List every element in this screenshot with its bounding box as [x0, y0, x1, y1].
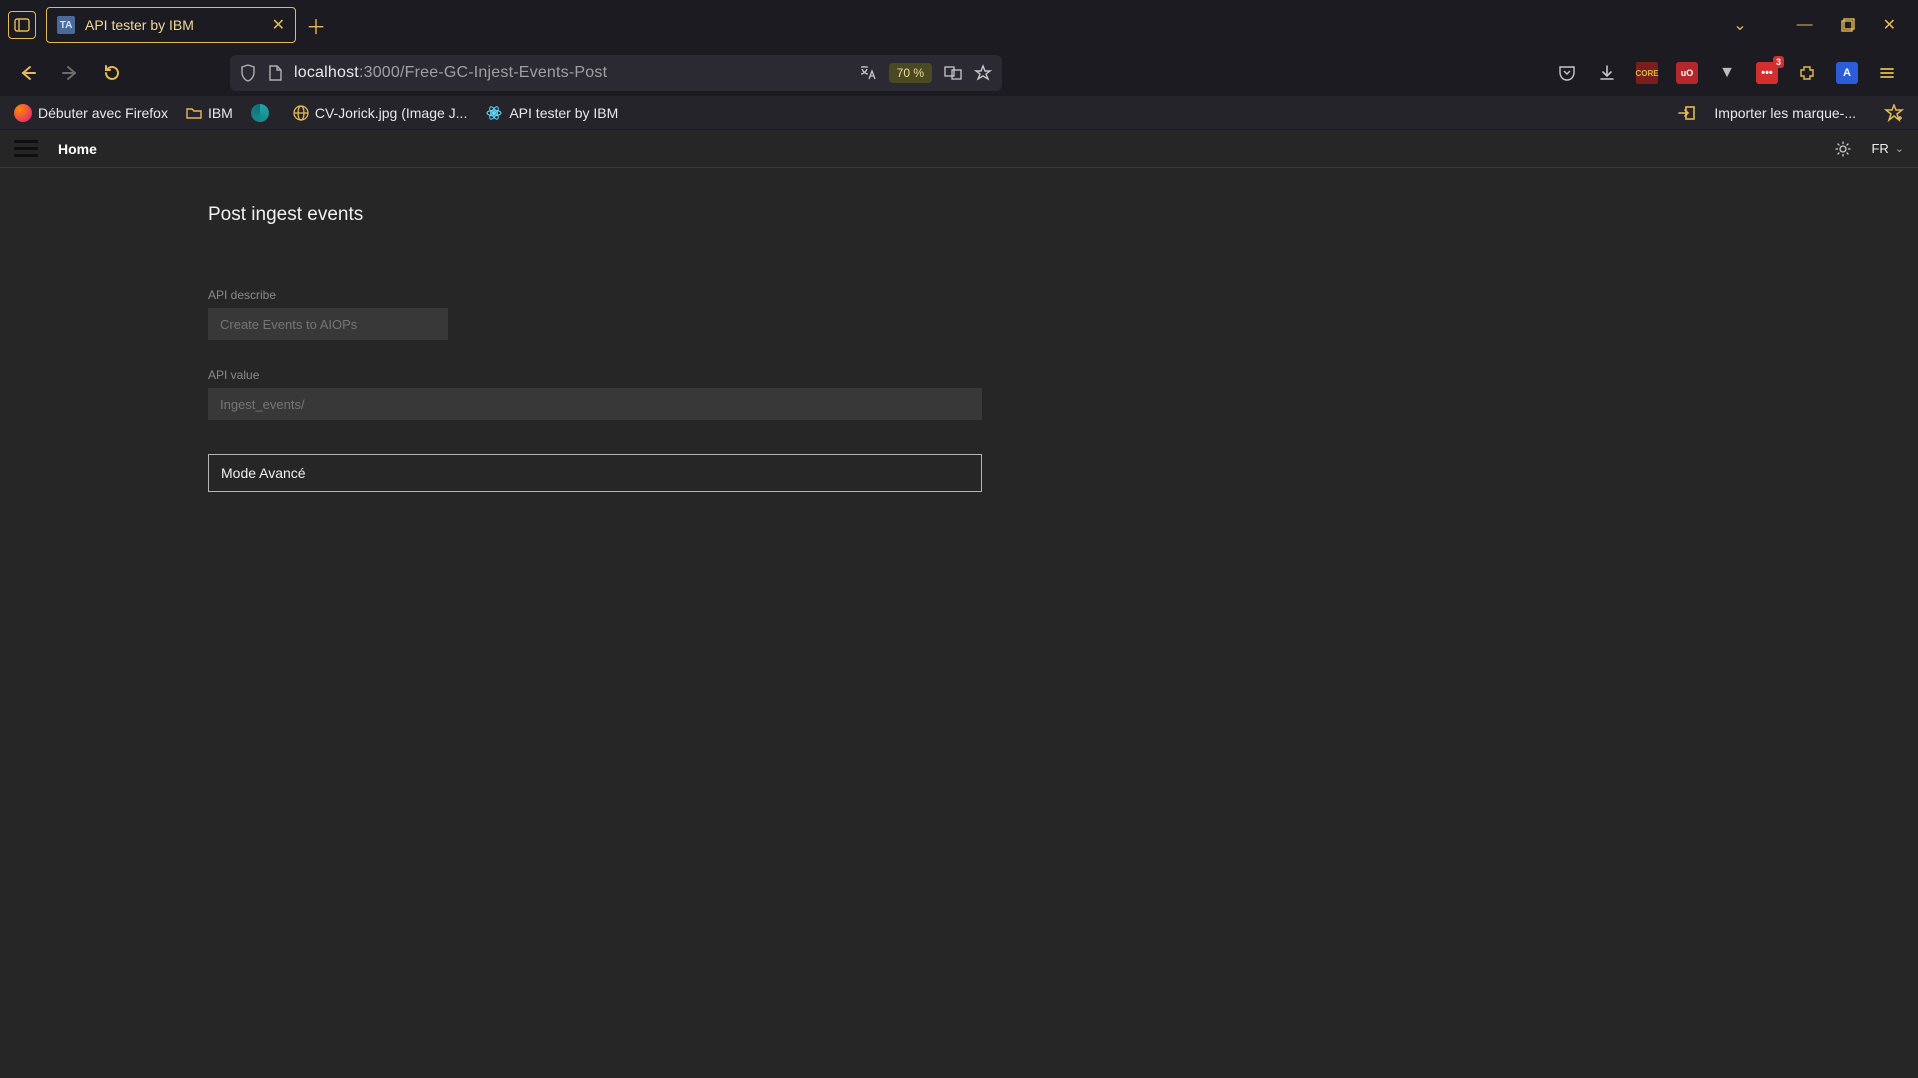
minimize-button[interactable]: — — [1797, 16, 1813, 34]
firefox-logo-icon — [14, 104, 32, 122]
page-title: Post ingest events — [208, 204, 982, 226]
api-value-input[interactable] — [208, 388, 982, 420]
extension-ublock-icon[interactable]: uO — [1676, 62, 1698, 84]
new-tab-button[interactable]: ＋ — [306, 11, 326, 40]
tab-favicon-icon: TA — [57, 16, 75, 34]
bookmark-label: CV-Jorick.jpg (Image J... — [315, 105, 468, 121]
import-bookmarks-label[interactable]: Importer les marque-... — [1714, 105, 1856, 121]
bookmark-star-icon[interactable] — [974, 64, 992, 82]
browser-tab[interactable]: TA API tester by IBM ✕ — [46, 7, 296, 43]
extensions-button[interactable] — [1796, 62, 1818, 84]
api-describe-input[interactable] — [208, 308, 448, 340]
hamburger-button[interactable] — [14, 140, 38, 157]
translate-alt-icon[interactable] — [944, 64, 962, 82]
bookmark-item[interactable]: IBM — [186, 105, 233, 121]
bookmark-item[interactable] — [251, 104, 275, 122]
maximize-button[interactable] — [1841, 18, 1855, 32]
browser-tabstrip: TA API tester by IBM ✕ ＋ ⌄ — ✕ — [0, 0, 1918, 50]
bookmark-label: API tester by IBM — [509, 105, 618, 121]
language-selector[interactable]: FR ⌄ — [1871, 141, 1904, 156]
bookmark-label: Débuter avec Firefox — [38, 105, 168, 121]
list-all-tabs-button[interactable]: ⌄ — [1733, 15, 1746, 35]
extension-gtranslate-icon[interactable]: A — [1836, 62, 1858, 84]
downloads-icon[interactable] — [1596, 62, 1618, 84]
extension-core-icon[interactable]: CORE — [1636, 62, 1658, 84]
import-bookmarks-star-icon[interactable] — [1884, 104, 1904, 122]
globe-icon — [293, 105, 309, 121]
back-button[interactable] — [14, 59, 42, 87]
browser-navbar: localhost:3000/Free-GC-Injest-Events-Pos… — [0, 50, 1918, 96]
app-header: Home FR ⌄ — [0, 130, 1918, 168]
bookmark-item[interactable]: Débuter avec Firefox — [14, 104, 168, 122]
advanced-mode-button[interactable]: Mode Avancé — [208, 454, 982, 492]
bookmark-item[interactable]: CV-Jorick.jpg (Image J... — [293, 105, 468, 121]
bookmarks-bar: Débuter avec Firefox IBM CV-Jorick.jpg (… — [0, 96, 1918, 130]
forward-button[interactable] — [56, 59, 84, 87]
tab-close-button[interactable]: ✕ — [272, 15, 285, 35]
import-bookmarks-icon[interactable] — [1678, 105, 1696, 121]
folder-icon — [186, 106, 202, 120]
sidebar-toggle-button[interactable] — [8, 11, 36, 39]
url-path: :3000/Free-GC-Injest-Events-Post — [359, 64, 607, 81]
page-body: Post ingest events API describe API valu… — [0, 168, 1918, 1078]
api-value-label: API value — [208, 368, 982, 382]
bookmark-label: IBM — [208, 105, 233, 121]
app-menu-button[interactable] — [1876, 62, 1898, 84]
url-host: localhost — [294, 64, 359, 81]
toolbar-extensions: CORE uO ▼ •••3 A — [1556, 62, 1904, 84]
url-text: localhost:3000/Free-GC-Injest-Events-Pos… — [294, 64, 847, 82]
ring-icon — [251, 104, 269, 122]
content-column: Post ingest events API describe API valu… — [208, 168, 982, 1078]
bookmark-item[interactable]: API tester by IBM — [485, 104, 618, 122]
theme-toggle-button[interactable] — [1835, 141, 1851, 157]
site-info-icon[interactable] — [268, 65, 282, 81]
tracking-shield-icon[interactable] — [240, 64, 256, 82]
api-describe-label: API describe — [208, 288, 982, 302]
window-controls: — ✕ — [1797, 15, 1910, 35]
react-icon — [485, 104, 503, 122]
close-window-button[interactable]: ✕ — [1883, 15, 1896, 35]
extension-viwizard-icon[interactable]: ▼ — [1716, 62, 1738, 84]
reload-button[interactable] — [98, 59, 126, 87]
breadcrumb-home[interactable]: Home — [58, 141, 97, 157]
translate-icon[interactable] — [859, 64, 877, 82]
chevron-down-icon: ⌄ — [1895, 142, 1904, 155]
tab-title: API tester by IBM — [85, 17, 262, 33]
extension-badge: 3 — [1773, 56, 1784, 68]
app-root: Home FR ⌄ Post ingest events API describ… — [0, 130, 1918, 1078]
pocket-icon[interactable] — [1556, 62, 1578, 84]
extension-lastpass-icon[interactable]: •••3 — [1756, 62, 1778, 84]
url-bar[interactable]: localhost:3000/Free-GC-Injest-Events-Pos… — [230, 55, 1002, 91]
zoom-badge[interactable]: 70 % — [889, 63, 932, 83]
language-label: FR — [1871, 141, 1888, 156]
